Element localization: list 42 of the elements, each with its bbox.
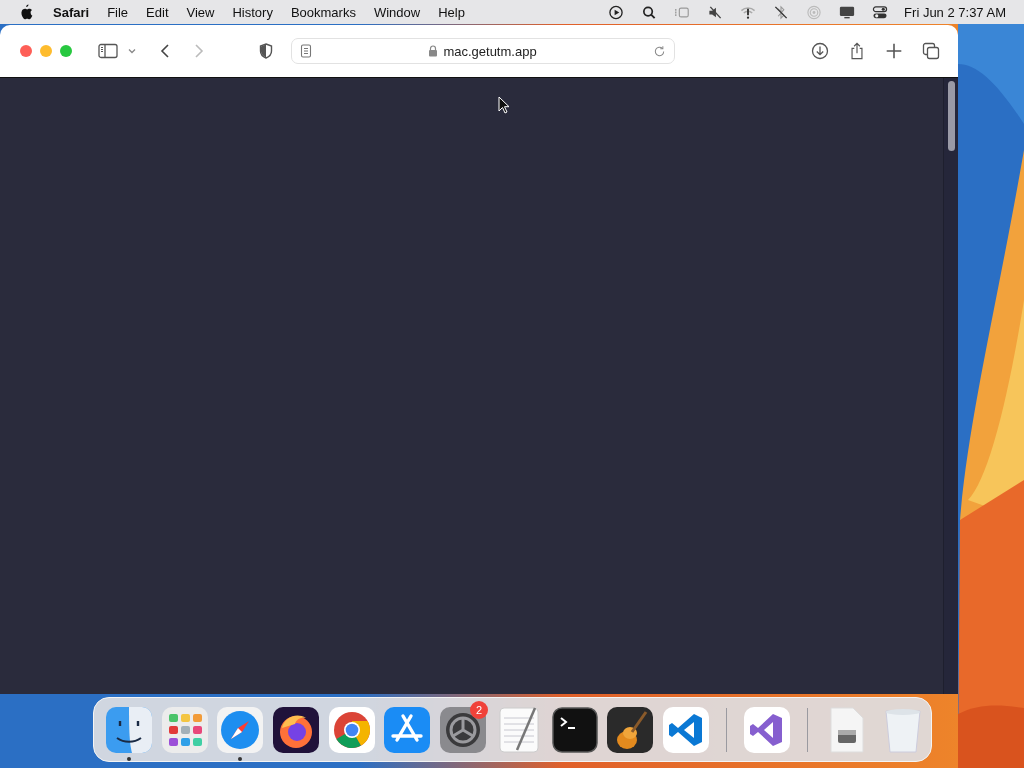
chrome-icon[interactable] [327,705,376,754]
menu-item[interactable]: Safari [47,4,99,20]
code-editor-icon[interactable] [662,705,711,754]
chevron-down-icon[interactable] [127,46,137,56]
reader-icon[interactable] [300,44,312,58]
url-text: mac.getutm.app [443,43,537,59]
muted-speaker-icon[interactable] [707,4,724,20]
menu-item[interactable]: History [223,4,282,20]
notification-badge: 2 [470,701,489,719]
app-store-icon[interactable] [383,705,432,754]
menu-item[interactable]: Bookmarks [281,4,365,20]
menu-bar-clock[interactable]: Fri Jun 2 7:37 AM [904,4,1014,20]
menu-item[interactable]: File [98,4,138,20]
new-tab-icon[interactable] [885,42,903,60]
menu-item[interactable]: Edit [137,4,178,20]
terminal-icon[interactable] [550,705,599,754]
apple-logo-icon[interactable] [19,4,33,20]
app-grid-icon[interactable] [160,705,209,754]
close-button[interactable] [20,45,32,57]
back-button[interactable] [159,43,171,59]
wifi-alert-icon[interactable] [740,4,757,20]
cursor-icon [498,96,510,114]
display-icon[interactable] [839,4,856,20]
gear-icon[interactable] [439,705,488,754]
menu-item[interactable]: Window [364,4,430,20]
search-icon[interactable] [641,4,658,20]
share-icon[interactable] [848,42,866,60]
lock-icon [428,45,439,57]
menu-item[interactable]: Help [429,4,474,20]
scrollbar-thumb[interactable] [948,81,955,151]
bluetooth-off-icon[interactable] [773,4,790,20]
compass-icon[interactable] [216,705,265,754]
address-bar[interactable]: mac.getutm.app [291,38,675,64]
shield-icon[interactable] [259,43,273,59]
control-center-icon[interactable] [872,4,889,20]
play-circle-icon[interactable] [608,4,625,20]
play-circle-icon [609,5,623,19]
guitar-icon[interactable] [606,705,655,754]
reload-icon[interactable] [653,44,666,58]
visual-studio-icon[interactable] [742,705,791,754]
finder-app-icon[interactable] [104,705,153,754]
menu-item[interactable]: View [177,4,224,20]
